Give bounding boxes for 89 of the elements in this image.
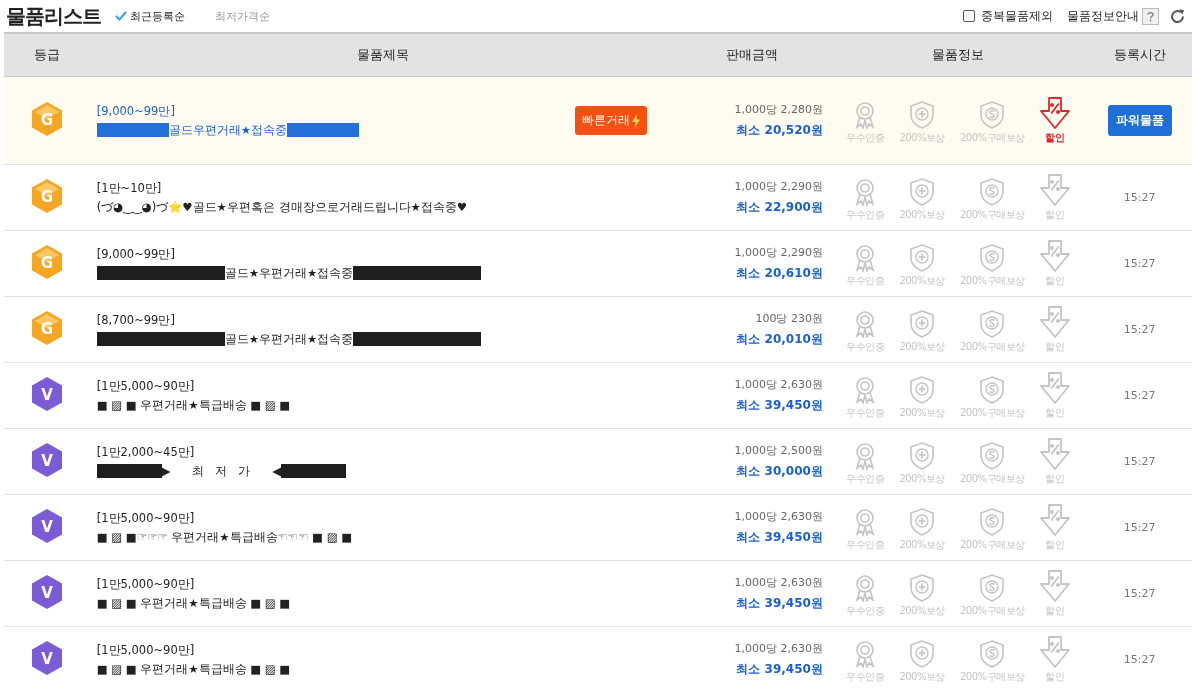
min-price: 최소 39,450원	[735, 397, 823, 414]
min-price: 최소 20,520원	[735, 122, 823, 139]
info-guide-link[interactable]: 물품정보안내	[1067, 8, 1139, 24]
grade-badge-icon: V	[31, 573, 64, 610]
min-price: 최소 20,010원	[735, 331, 823, 348]
grade-badge-icon: G	[31, 177, 64, 214]
price-range: [8,700~99만]	[96, 312, 176, 328]
registered-time: 15:27	[1123, 257, 1156, 270]
badge-label: 200%구매보상	[959, 405, 1025, 420]
badge-label: 200%구매보상	[959, 207, 1025, 222]
column-header: 등록시간	[1087, 33, 1192, 77]
min-price: 최소 39,450원	[735, 595, 823, 612]
unit-price: 1,000당 2,290원	[733, 179, 823, 194]
unit-price: 1,000당 2,630원	[733, 509, 823, 524]
item-title[interactable]: ■ ▨ ■ 우편거래★특급배송 ■ ▨ ■	[96, 397, 291, 413]
unit-price: 1,000당 2,630원	[733, 377, 823, 392]
unit-price: 1,000당 2,280원	[733, 102, 823, 117]
column-header: 판매금액	[675, 33, 829, 77]
column-header: 물품정보	[828, 33, 1088, 77]
registered-time: 15:27	[1123, 191, 1156, 204]
registered-time: 15:27	[1123, 323, 1156, 336]
badge-label: 200%보상	[899, 207, 945, 222]
grade-badge-icon: G	[31, 243, 64, 280]
item-title[interactable]: ■ ▨ ■☞☞☞ 우편거래★특급배송☜☜☜ ■ ▨ ■	[96, 529, 352, 545]
badge-label: 200%보상	[899, 405, 945, 420]
check-icon	[115, 11, 127, 21]
checkbox-label[interactable]: 중복물품제외	[981, 8, 1053, 24]
price-range: [9,000~99만]	[96, 246, 176, 262]
unit-price: 1,000당 2,630원	[733, 575, 823, 590]
min-price: 최소 39,450원	[735, 661, 823, 678]
price-range: [1만5,000~90만]	[96, 576, 196, 592]
badge-label: 200%구매보상	[959, 603, 1025, 618]
sort-option[interactable]: 최근등록순	[115, 8, 185, 24]
badge-label: 200%보상	[899, 603, 945, 618]
item-title[interactable]: ▶ 최 저 가 ◀	[161, 463, 282, 479]
grade-badge-icon: G	[31, 309, 64, 346]
registered-time: 15:27	[1123, 587, 1156, 600]
price-range: [1만~10만]	[96, 180, 163, 196]
column-header: 등급	[4, 33, 91, 77]
badge-label: 200%구매보상	[959, 471, 1025, 486]
unit-price: 1,000당 2,290원	[733, 245, 823, 260]
unit-price: 1,000당 2,500원	[733, 443, 823, 458]
badge-label: 200%보상	[899, 339, 945, 354]
unit-price: 1,000당 2,630원	[733, 641, 823, 656]
item-title[interactable]: 골드★우편거래★접속중	[224, 265, 354, 281]
price-range: [1만2,000~45만]	[96, 444, 196, 460]
registered-time: 15:27	[1123, 455, 1156, 468]
grade-badge-icon: V	[31, 375, 64, 412]
registered-time: 15:27	[1123, 653, 1156, 666]
badge-label: 200%구매보상	[959, 273, 1025, 288]
lightning-icon	[631, 113, 640, 128]
grade-badge-icon: V	[31, 639, 64, 676]
price-range: [1만5,000~90만]	[96, 510, 196, 526]
price-range: [1만5,000~90만]	[96, 378, 196, 394]
badge-label: 200%보상	[899, 130, 945, 145]
item-title[interactable]: 골드★우편거래★접속중	[224, 331, 354, 347]
badge-label: 200%보상	[899, 669, 945, 684]
grade-badge-icon: V	[31, 507, 64, 544]
min-price: 최소 39,450원	[735, 529, 823, 546]
badge-label: 200%보상	[899, 273, 945, 288]
badge-label: 200%보상	[899, 537, 945, 552]
checkbox[interactable]	[963, 10, 975, 22]
help-icon[interactable]	[1142, 7, 1159, 25]
badge-label: 200%구매보상	[959, 537, 1025, 552]
redaction-bar	[96, 464, 162, 478]
item-title[interactable]: ■ ▨ ■ 우편거래★특급배송 ■ ▨ ■	[96, 661, 291, 677]
registered-time: 15:27	[1123, 389, 1156, 402]
power-item-button[interactable]: 파워물품	[1107, 105, 1172, 136]
item-title[interactable]: (づ◕‿‿◕)づ⭐♥골드★우편혹은 경매장으로거래드립니다★접속중♥	[96, 199, 468, 215]
badge-label: 할인	[1045, 130, 1065, 145]
badge-label: 200%구매보상	[959, 339, 1025, 354]
item-title[interactable]: ■ ▨ ■ 우편거래★특급배송 ■ ▨ ■	[96, 595, 291, 611]
price-range: [1만5,000~90만]	[96, 642, 196, 658]
grade-badge-icon: G	[31, 100, 64, 137]
unit-price: 100당 230원	[754, 311, 823, 326]
badge-label: 200%구매보상	[959, 669, 1025, 684]
price-range: [9,000~99만]	[96, 103, 176, 119]
grade-badge-icon: V	[31, 441, 64, 478]
redaction-bar	[281, 464, 347, 478]
badge-label: 200%구매보상	[959, 130, 1025, 145]
badge-label: 200%보상	[899, 471, 945, 486]
item-title[interactable]: 골드우편거래★접속중	[168, 122, 288, 138]
registered-time: 15:27	[1123, 521, 1156, 534]
refresh-icon[interactable]	[1169, 7, 1186, 25]
page-title: 물품리스트	[6, 2, 101, 30]
min-price: 최소 20,610원	[735, 265, 823, 282]
min-price: 최소 22,900원	[735, 199, 823, 216]
column-header: 물품제목	[90, 33, 676, 77]
min-price: 최소 30,000원	[735, 463, 823, 480]
